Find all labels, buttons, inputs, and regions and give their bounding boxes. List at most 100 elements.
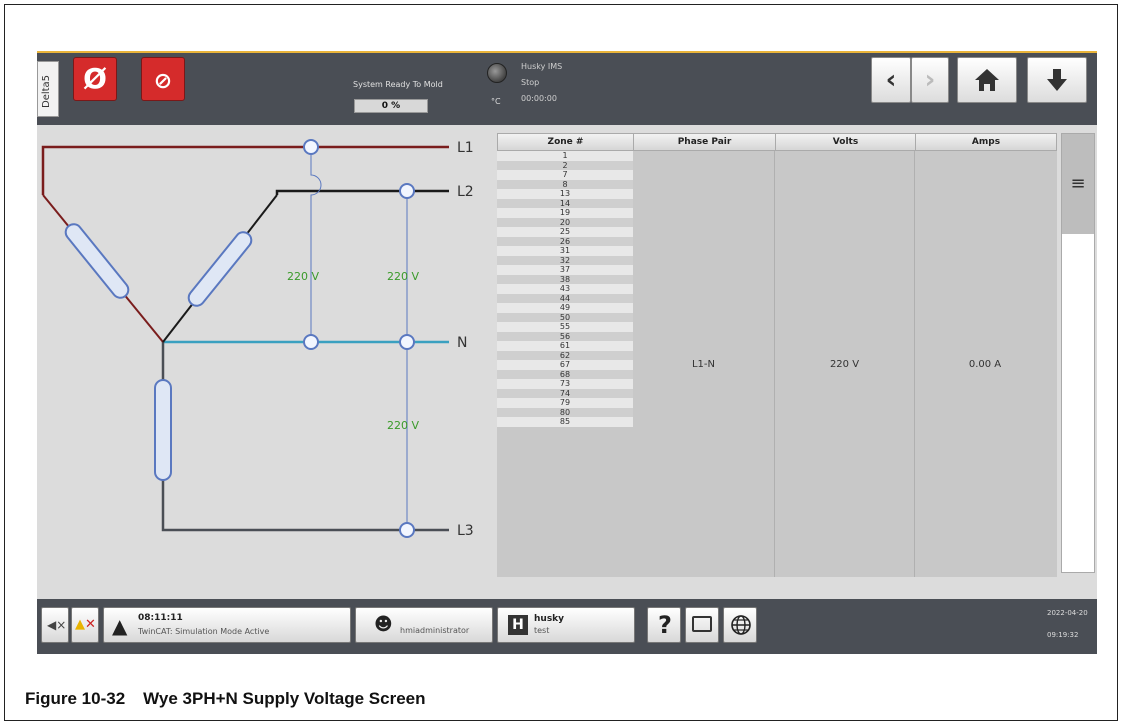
meter-l1-n (310, 147, 322, 342)
wye-diagram: L1 L2 N L3 220 V 220 V 220 V (37, 125, 495, 575)
table-row: 25 (497, 227, 633, 237)
progress-bar: 0 % (354, 99, 428, 113)
header-phase-pair: Phase Pair (634, 134, 776, 150)
table-row: 31 (497, 246, 633, 256)
label-n: N (457, 335, 467, 351)
table-row: 67 (497, 360, 633, 370)
heater-alarm-button[interactable]: Ø (73, 57, 117, 101)
caption-number: Figure 10-32 (25, 689, 126, 708)
node-n1 (303, 334, 319, 350)
node-l1 (303, 139, 319, 155)
l1-wire (41, 145, 449, 195)
globe-icon (731, 615, 751, 635)
status-system: Husky IMS (521, 62, 563, 71)
screenshot-button[interactable] (685, 607, 719, 643)
heater-alarm-icon: Ø (83, 62, 107, 95)
table-row: 79 (497, 398, 633, 408)
table-row: 74 (497, 388, 633, 398)
table-row: 19 (497, 208, 633, 218)
user-name: hmiadministrator (400, 626, 470, 635)
table-row: 56 (497, 331, 633, 341)
table-row: 43 (497, 284, 633, 294)
table-row: 85 (497, 417, 633, 427)
wye-diagram-svg: L1 L2 N L3 220 V 220 V 220 V (41, 139, 474, 539)
volts-cell: 220 V (775, 151, 915, 577)
chevron-left-icon: ‹ (885, 65, 897, 95)
controller-disabled-button[interactable]: ⊘ (141, 57, 185, 101)
help-icon: ? (658, 611, 672, 639)
home-button[interactable] (957, 57, 1017, 103)
amps-cell: 0.00 A (915, 151, 1055, 577)
alarm-time: 08:11:11 (138, 613, 183, 623)
temperature-unit: °C (491, 97, 501, 106)
table-row: 32 (497, 255, 633, 265)
label-l2: L2 (457, 184, 474, 200)
table-row: 44 (497, 293, 633, 303)
system-ready-label: System Ready To Mold (353, 80, 443, 89)
zone-column: 1 2 7 8 13 14 19 20 25 26 31 32 37 38 43 44 49 50 55 56 61 62… (497, 151, 633, 577)
arrow-down-icon (1047, 69, 1067, 91)
table-row: 50 (497, 312, 633, 322)
table-row: 49 (497, 303, 633, 313)
download-button[interactable] (1027, 57, 1087, 103)
mute-button[interactable]: ◀× (41, 607, 69, 643)
node-n2 (399, 334, 415, 350)
header-amps: Amps (971, 137, 1001, 147)
alarm-text: TwinCAT: Simulation Mode Active (138, 627, 270, 636)
brand-line2: test (534, 626, 550, 635)
hmi-screen: Delta5 Ø ⊘ System Ready To Mold 0 % °C H… (37, 51, 1097, 654)
language-button[interactable] (723, 607, 757, 643)
node-l3 (399, 522, 415, 538)
header-volts: Volts (776, 134, 916, 150)
table-row: 80 (497, 407, 633, 417)
side-tab[interactable]: Delta5 (37, 61, 59, 117)
table-row: 73 (497, 379, 633, 389)
menu-icon: ≡ (1070, 173, 1086, 194)
l3-wire (161, 342, 449, 532)
table-row: 14 (497, 198, 633, 208)
voltage-l2-n: 220 V (387, 270, 419, 283)
scroll-thumb[interactable]: ≡ (1062, 134, 1094, 234)
figure-caption: Figure 10-32 Wye 3PH+N Supply Voltage Scr… (25, 689, 425, 709)
reset-alarm-button[interactable]: ▲✕ (71, 607, 99, 643)
back-button[interactable]: ‹ (871, 57, 911, 103)
top-bar: Delta5 Ø ⊘ System Ready To Mold 0 % °C H… (37, 51, 1097, 125)
coil-l1 (64, 223, 130, 299)
help-button[interactable]: ? (647, 607, 681, 643)
table-row: 37 (497, 265, 633, 275)
date-display: 2022-04-20 (1047, 609, 1088, 617)
table-row: 55 (497, 322, 633, 332)
figure-frame: Delta5 Ø ⊘ System Ready To Mold 0 % °C H… (4, 4, 1118, 721)
table-row: 38 (497, 274, 633, 284)
node-l2 (399, 183, 415, 199)
camera-icon (692, 616, 712, 632)
brand-line1: husky (534, 614, 565, 624)
caption-title: Wye 3PH+N Supply Voltage Screen (143, 689, 426, 708)
speaker-mute-icon: ◀× (47, 618, 67, 632)
controller-disabled-icon: ⊘ (153, 69, 173, 94)
status-timer: 00:00:00 (521, 94, 557, 103)
label-l3: L3 (457, 523, 474, 539)
table-row: 2 (497, 160, 633, 170)
l2-wire (275, 189, 449, 195)
table-row: 62 (497, 350, 633, 360)
table-row: 20 (497, 217, 633, 227)
forward-button[interactable]: › (911, 57, 949, 103)
home-icon (975, 69, 999, 91)
alarm-banner[interactable]: ▲ 08:11:11 TwinCAT: Simulation Mode Acti… (103, 607, 351, 643)
chevron-right-icon: › (924, 65, 936, 95)
coil-l2 (187, 231, 253, 307)
side-tab-label: Delta5 (41, 74, 52, 108)
warning-icon: ▲ (112, 614, 128, 638)
temperature-knob-icon (487, 63, 507, 83)
warning-clear-icon: ▲✕ (75, 617, 96, 632)
table-row: 1 (497, 151, 633, 161)
coil-l3 (154, 379, 172, 481)
user-button[interactable]: ☻ hmiadministrator (355, 607, 493, 643)
brand-button[interactable]: H husky test (497, 607, 635, 643)
status-state: Stop (521, 78, 540, 87)
scrollbar[interactable]: ≡ (1061, 133, 1095, 573)
user-icon: ☻ (374, 614, 393, 635)
table-row: 68 (497, 369, 633, 379)
voltage-n-l3: 220 V (387, 419, 419, 432)
